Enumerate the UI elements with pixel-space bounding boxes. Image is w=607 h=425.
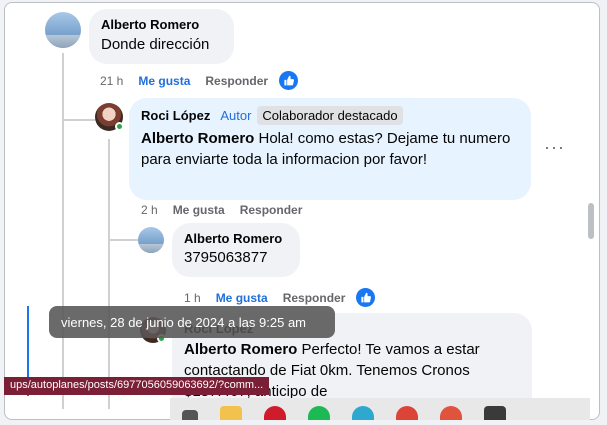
reply-button[interactable]: Responder [283, 291, 346, 305]
reply-button[interactable]: Responder [205, 74, 268, 88]
like-reaction-icon[interactable] [356, 288, 376, 307]
terminal-icon[interactable] [484, 406, 506, 420]
comment-time[interactable]: 2 h [141, 203, 158, 217]
comment-time[interactable]: 21 h [100, 74, 123, 88]
timestamp-tooltip: viernes, 28 de junio de 2024 a las 9:25 … [49, 306, 335, 338]
comment-body: Perfecto! Te vamos a estar [297, 341, 480, 358]
comment-time[interactable]: 1 h [184, 291, 201, 305]
comment-actions: 1 h Me gusta Responder [184, 288, 376, 307]
spotify-icon[interactable] [308, 406, 330, 420]
status-bar-url: ups/autoplanes/posts/6977056059063692/?c… [4, 377, 270, 395]
chrome-icon[interactable] [396, 406, 418, 420]
like-button[interactable]: Me gusta [173, 203, 225, 217]
comment-text: Donde dirección [101, 36, 210, 53]
top-contributor-badge[interactable]: Colaborador destacado [257, 106, 403, 125]
comment-text: 3795063877 [184, 249, 268, 266]
comment-bubble: Alberto Romero Donde dirección [89, 9, 234, 64]
like-reaction-icon[interactable] [279, 71, 299, 90]
comment-bubble: Roci López Autor Colaborador destacado A… [129, 98, 531, 200]
scrollbar-thumb[interactable] [588, 203, 594, 239]
comment-author[interactable]: Roci López [141, 108, 210, 123]
like-button[interactable]: Me gusta [216, 291, 268, 305]
avatar[interactable] [45, 12, 81, 48]
reply-button[interactable]: Responder [240, 203, 303, 217]
task-view-icon[interactable] [182, 410, 198, 420]
thread-line [62, 119, 64, 409]
more-options-icon[interactable]: ··· [544, 137, 565, 158]
thread-line [62, 53, 64, 121]
author-tag: Autor [220, 108, 252, 123]
comment-actions: 2 h Me gusta Responder [141, 203, 317, 217]
mention-link[interactable]: Alberto Romero [184, 341, 297, 358]
comment-author[interactable]: Alberto Romero [101, 17, 222, 32]
comment-text: Alberto Romero Hola! como estas? Dejame … [141, 128, 519, 170]
mention-link[interactable]: Alberto Romero [141, 130, 254, 147]
like-button[interactable]: Me gusta [138, 74, 190, 88]
comments-panel: Alberto Romero Donde dirección 21 h Me g… [4, 2, 600, 420]
thread-line [108, 239, 138, 241]
file-explorer-icon[interactable] [220, 406, 242, 420]
thread-line [108, 139, 110, 409]
thread-line [62, 119, 96, 121]
comment-text: Alberto Romero Perfecto! Te vamos a esta… [184, 339, 520, 360]
comment-bubble: Alberto Romero 3795063877 [172, 223, 300, 277]
chrome-profile-icon[interactable] [440, 406, 462, 420]
avatar[interactable] [138, 227, 164, 253]
edge-icon[interactable] [352, 406, 374, 420]
taskbar [170, 398, 590, 420]
comment-actions: 21 h Me gusta Responder [100, 71, 299, 90]
opera-icon[interactable] [264, 406, 286, 420]
online-status-icon [115, 122, 124, 131]
comment-author[interactable]: Alberto Romero [184, 231, 288, 246]
